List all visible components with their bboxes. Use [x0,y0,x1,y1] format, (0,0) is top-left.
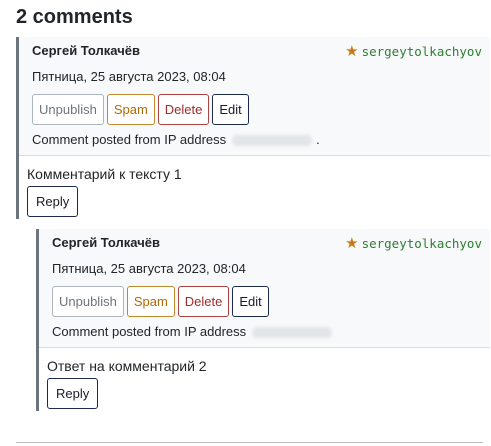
comments-count-heading: 2 comments [16,6,133,28]
redacted-ip-address [252,327,333,339]
star-icon: ★ [345,42,359,60]
unpublish-button[interactable]: Unpublish [52,286,124,317]
redacted-ip-address [232,135,313,147]
reply-button[interactable]: Reply [47,378,99,409]
spam-button[interactable]: Spam [126,286,175,317]
unpublish-button[interactable]: Unpublish [32,94,104,125]
section-divider [16,442,483,443]
ip-suffix: . [316,132,320,147]
comment-author: Сергей Толкачёв [32,43,140,58]
star-icon: ★ [345,234,359,252]
comment-header: Сергей Толкачёв ★ sergeytolkachyov Пятниц… [19,37,490,156]
username-text: sergeytolkachyov [361,236,482,251]
delete-button[interactable]: Delete [177,286,230,317]
author-username[interactable]: ★ sergeytolkachyov [345,234,482,253]
ip-info: Comment posted from IP address [52,324,336,340]
comment-text: Ответ на комментарий 2 [47,358,207,374]
spam-button[interactable]: Spam [106,94,155,125]
comment-author: Сергей Толкачёв [52,235,160,250]
author-username[interactable]: ★ sergeytolkachyov [345,42,482,61]
comment-date: Пятница, 25 августа 2023, 08:04 [52,261,246,276]
edit-button[interactable]: Edit [232,286,269,317]
username-text: sergeytolkachyov [361,44,482,59]
comment-1: Сергей Толкачёв ★ sergeytolkachyov Пятниц… [16,37,490,219]
ip-info: Comment posted from IP address. [32,132,320,148]
moderation-actions: Unpublish Spam Delete Edit [52,286,269,317]
ip-label: Comment posted from IP address [32,132,227,147]
delete-button[interactable]: Delete [157,94,210,125]
comment-header: Сергей Толкачёв ★ sergeytolkachyov Пятниц… [39,229,490,348]
comment-date: Пятница, 25 августа 2023, 08:04 [32,69,226,84]
reply-button[interactable]: Reply [27,186,79,217]
moderation-actions: Unpublish Spam Delete Edit [32,94,249,125]
comment-2: Сергей Толкачёв ★ sergeytolkachyov Пятниц… [36,229,490,411]
comment-text: Комментарий к тексту 1 [27,166,182,182]
edit-button[interactable]: Edit [212,94,249,125]
ip-label: Comment posted from IP address [52,324,247,339]
